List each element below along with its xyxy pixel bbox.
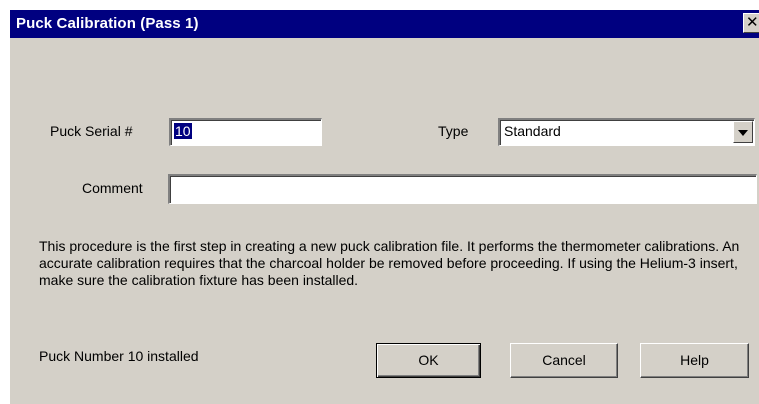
puck-serial-label: Puck Serial # — [50, 123, 133, 139]
type-label: Type — [438, 123, 469, 139]
puck-serial-value: 10 — [174, 123, 192, 139]
close-button[interactable]: ✕ — [743, 13, 759, 33]
comment-input[interactable] — [168, 174, 757, 204]
type-select[interactable]: Standard — [498, 118, 755, 146]
cancel-button[interactable]: Cancel — [510, 343, 618, 378]
puck-serial-input[interactable]: 10 — [169, 118, 322, 146]
chevron-down-icon — [738, 130, 748, 136]
status-text: Puck Number 10 installed — [39, 348, 199, 364]
type-dropdown-button[interactable] — [733, 121, 753, 143]
type-select-value: Standard — [504, 123, 561, 139]
window-title: Puck Calibration (Pass 1) — [16, 15, 199, 32]
procedure-description: This procedure is the first step in crea… — [39, 238, 740, 288]
ok-button[interactable]: OK — [376, 343, 481, 378]
comment-label: Comment — [82, 180, 143, 196]
title-bar[interactable]: Puck Calibration (Pass 1) ✕ — [10, 10, 759, 38]
help-button[interactable]: Help — [640, 343, 749, 378]
close-icon: ✕ — [746, 13, 759, 31]
puck-calibration-dialog: Puck Calibration (Pass 1) ✕ Puck Serial … — [8, 8, 759, 404]
